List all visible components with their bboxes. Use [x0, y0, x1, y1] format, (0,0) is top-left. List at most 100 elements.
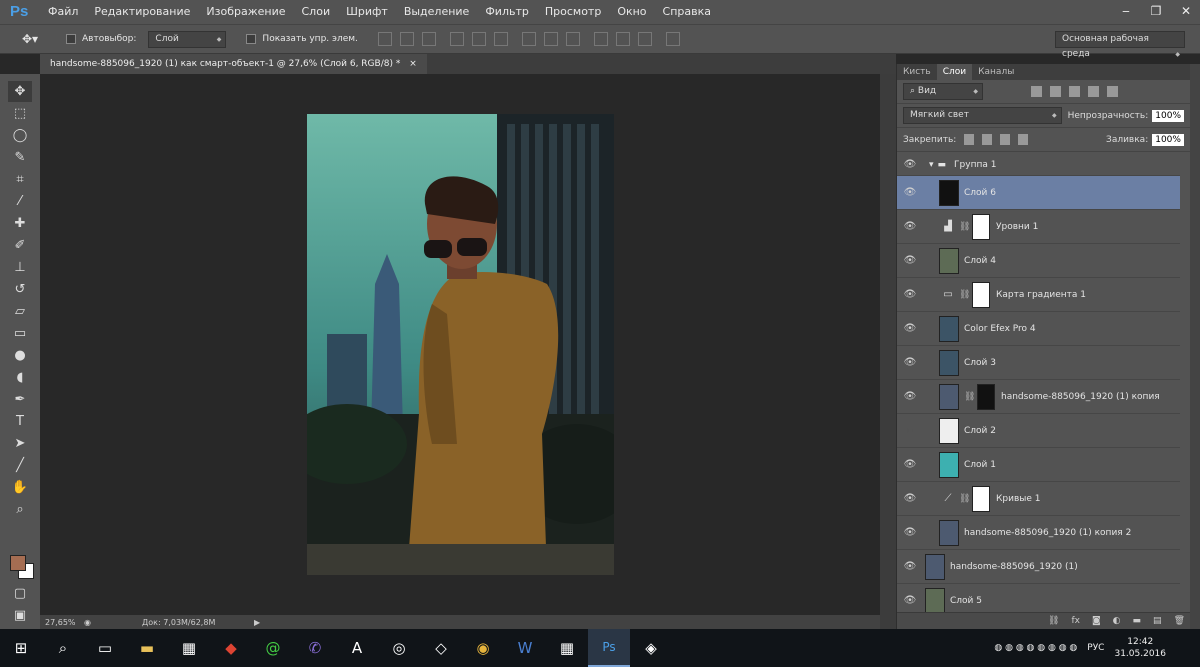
- eye-icon[interactable]: 👁: [897, 159, 923, 170]
- layer-row[interactable]: 👁 ▭ ⛓ Карта градиента 1: [897, 278, 1180, 312]
- filter-smart-icon[interactable]: [1107, 86, 1118, 97]
- eyedropper-tool-icon[interactable]: ⁄: [8, 191, 32, 212]
- layer-row[interactable]: 👁 Слой 4: [897, 244, 1180, 278]
- eye-icon[interactable]: 👁: [897, 323, 923, 334]
- language-indicator[interactable]: РУС: [1087, 643, 1104, 653]
- distribute-hcenter-icon[interactable]: [615, 32, 630, 46]
- pen-tool-icon[interactable]: ✒: [8, 389, 32, 410]
- filter-shape-icon[interactable]: [1088, 86, 1099, 97]
- link-icon[interactable]: ⛓: [959, 290, 970, 300]
- lock-position-icon[interactable]: [1000, 134, 1011, 145]
- filter-pixel-icon[interactable]: [1031, 86, 1042, 97]
- zoom-tool-icon[interactable]: ⌕: [8, 499, 32, 520]
- app-icon-5[interactable]: ◈: [630, 629, 672, 667]
- show-controls-checkbox[interactable]: [246, 34, 257, 44]
- new-adjustment-icon[interactable]: ◐: [1113, 616, 1121, 626]
- align-top-icon[interactable]: [377, 32, 392, 46]
- marquee-tool-icon[interactable]: ⬚: [8, 103, 32, 124]
- link-icon[interactable]: ⛓: [959, 222, 970, 232]
- autoselect-checkbox[interactable]: [66, 34, 76, 44]
- store-icon[interactable]: ▦: [168, 629, 210, 667]
- menu-type[interactable]: Шрифт: [338, 0, 396, 24]
- hand-tool-icon[interactable]: ✋: [8, 477, 32, 498]
- tab-channels[interactable]: Каналы: [972, 64, 1020, 80]
- task-view-icon[interactable]: ▭: [84, 629, 126, 667]
- document-tab[interactable]: handsome-885096_1920 (1) как смарт-объек…: [40, 54, 427, 74]
- menu-filter[interactable]: Фильтр: [477, 0, 537, 24]
- autoselect-dropdown[interactable]: Слой: [148, 30, 227, 48]
- menu-layers[interactable]: Слои: [294, 0, 339, 24]
- status-arrow-icon[interactable]: ▶: [254, 618, 260, 627]
- minimize-button[interactable]: ‒: [1112, 0, 1140, 22]
- history-brush-tool-icon[interactable]: ↺: [8, 279, 32, 300]
- layer-mask-thumbnail[interactable]: [972, 213, 990, 240]
- app-icon-3[interactable]: ◎: [378, 629, 420, 667]
- opacity-input[interactable]: 100%: [1152, 109, 1184, 122]
- file-explorer-icon[interactable]: ▬: [126, 629, 168, 667]
- eye-icon[interactable]: 👁: [897, 527, 923, 538]
- quick-select-tool-icon[interactable]: ✎: [8, 147, 32, 168]
- layer-row[interactable]: 👁 Слой 1: [897, 448, 1180, 482]
- layer-row[interactable]: 👁 ⛓ handsome-885096_1920 (1) копия: [897, 380, 1180, 414]
- layer-row[interactable]: 👁 Слой 6: [897, 176, 1180, 210]
- eye-icon[interactable]: 👁: [897, 221, 923, 232]
- layer-row[interactable]: 👁 ⟋ ⛓ Кривые 1: [897, 482, 1180, 516]
- line-tool-icon[interactable]: ╱: [8, 455, 32, 476]
- fx-icon[interactable]: fx: [1071, 616, 1080, 626]
- link-icon[interactable]: ⛓: [959, 494, 970, 504]
- eye-icon[interactable]: 👁: [897, 289, 923, 300]
- layer-filter-dropdown[interactable]: ⌕ Вид: [903, 83, 983, 100]
- filter-adjust-icon[interactable]: [1050, 86, 1061, 97]
- layer-mask-thumbnail[interactable]: [977, 383, 995, 410]
- menu-image[interactable]: Изображение: [198, 0, 293, 24]
- menu-window[interactable]: Окно: [609, 0, 654, 24]
- start-button[interactable]: ⊞: [0, 629, 42, 667]
- menu-view[interactable]: Просмотр: [537, 0, 609, 24]
- stamp-tool-icon[interactable]: ⊥: [8, 257, 32, 278]
- layer-row[interactable]: 👁 Слой 3: [897, 346, 1180, 380]
- align-vcenter-icon[interactable]: [399, 32, 414, 46]
- brush-tool-icon[interactable]: ✐: [8, 235, 32, 256]
- app-icon-1[interactable]: ◆: [210, 629, 252, 667]
- eye-hidden-icon[interactable]: ▫: [897, 425, 923, 436]
- menu-select[interactable]: Выделение: [396, 0, 478, 24]
- align-right-icon[interactable]: [493, 32, 508, 46]
- lock-pixels-icon[interactable]: [982, 134, 993, 145]
- path-select-tool-icon[interactable]: ➤: [8, 433, 32, 454]
- restore-button[interactable]: ❐: [1142, 0, 1170, 22]
- eye-icon[interactable]: 👁: [897, 187, 923, 198]
- foreground-color-swatch[interactable]: [10, 555, 26, 571]
- layer-row[interactable]: 👁 ▟ ⛓ Уровни 1: [897, 210, 1180, 244]
- layer-row[interactable]: ▫ Слой 2: [897, 414, 1180, 448]
- layer-mask-thumbnail[interactable]: [972, 485, 990, 512]
- align-hcenter-icon[interactable]: [471, 32, 486, 46]
- layer-mask-thumbnail[interactable]: [972, 281, 990, 308]
- healing-tool-icon[interactable]: ✚: [8, 213, 32, 234]
- link-icon[interactable]: ⛓: [964, 392, 975, 402]
- tray-icons[interactable]: ◍ ◍ ◍ ◍ ◍ ◍ ◍ ◍: [994, 643, 1077, 653]
- filter-type-icon[interactable]: [1069, 86, 1080, 97]
- blur-tool-icon[interactable]: ●: [8, 345, 32, 366]
- workspace-dropdown[interactable]: Основная рабочая среда: [1055, 30, 1185, 62]
- distribute-bottom-icon[interactable]: [565, 32, 580, 46]
- dodge-tool-icon[interactable]: ◖: [8, 367, 32, 388]
- trash-icon[interactable]: 🗑: [1174, 616, 1185, 626]
- calculator-icon[interactable]: ▦: [546, 629, 588, 667]
- tab-layers[interactable]: Слои: [936, 64, 973, 80]
- distribute-vcenter-icon[interactable]: [543, 32, 558, 46]
- photoshop-taskbar-icon[interactable]: Ps: [588, 629, 630, 667]
- add-mask-icon[interactable]: ◙: [1092, 616, 1101, 626]
- search-icon[interactable]: ⌕: [42, 629, 84, 667]
- layer-row[interactable]: 👁 handsome-885096_1920 (1): [897, 550, 1180, 584]
- eye-icon[interactable]: 👁: [897, 493, 923, 504]
- lock-transparent-icon[interactable]: [964, 134, 975, 145]
- viber-icon[interactable]: ✆: [294, 629, 336, 667]
- align-bottom-icon[interactable]: [421, 32, 436, 46]
- menu-file[interactable]: Файл: [40, 0, 86, 24]
- blend-mode-dropdown[interactable]: Мягкий свет: [903, 107, 1062, 124]
- gradient-tool-icon[interactable]: ▭: [8, 323, 32, 344]
- clock[interactable]: 12:42 31.05.2016: [1114, 636, 1166, 660]
- lasso-tool-icon[interactable]: ◯: [8, 125, 32, 146]
- chrome-icon[interactable]: ◉: [462, 629, 504, 667]
- app-icon-2[interactable]: @: [252, 629, 294, 667]
